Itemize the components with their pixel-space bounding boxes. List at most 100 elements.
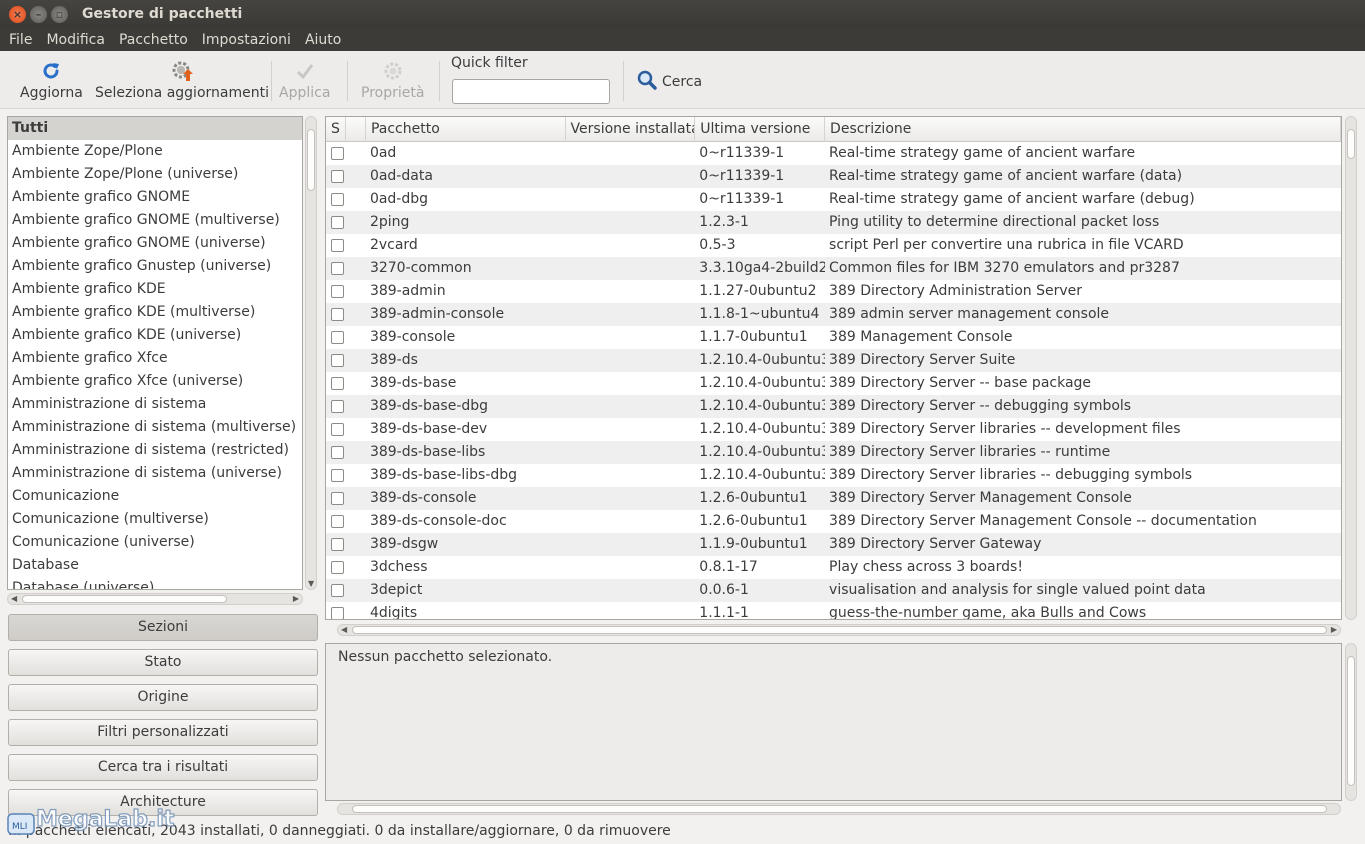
- scrollbar-thumb[interactable]: [22, 595, 227, 603]
- status-checkbox[interactable]: [331, 606, 344, 619]
- status-checkbox[interactable]: [331, 261, 344, 275]
- custom-filters-button[interactable]: Filtri personalizzati: [8, 719, 318, 746]
- apply-button[interactable]: Applica: [279, 57, 330, 101]
- status-cell[interactable]: [326, 165, 346, 188]
- status-cell[interactable]: [326, 188, 346, 211]
- table-hscrollbar[interactable]: ◀ ▶: [337, 624, 1341, 636]
- table-row[interactable]: 389-ds-base-libs 1.2.10.4-0ubuntu3 389 Dir…: [326, 441, 1341, 464]
- quick-filter-input[interactable]: [452, 79, 610, 104]
- mark-upgrades-button[interactable]: Seleziona aggiornamenti: [95, 57, 269, 101]
- table-row[interactable]: 389-ds-base 1.2.10.4-0ubuntu3 389 Director…: [326, 372, 1341, 395]
- status-checkbox[interactable]: [331, 583, 344, 597]
- section-item-tutti[interactable]: Tutti: [8, 117, 302, 140]
- table-row[interactable]: 3depict 0.0.6-1 visualisation and analysis…: [326, 579, 1341, 602]
- scroll-left-arrow-icon[interactable]: ◀: [341, 625, 347, 634]
- status-checkbox[interactable]: [331, 353, 344, 367]
- table-row[interactable]: 389-ds 1.2.10.4-0ubuntu3 389 Directory Ser…: [326, 349, 1341, 372]
- scrollbar-thumb[interactable]: [352, 805, 1327, 813]
- scroll-right-arrow-icon[interactable]: ▶: [293, 594, 299, 603]
- close-window-button[interactable]: ×: [9, 5, 26, 23]
- section-item[interactable]: Ambiente grafico Xfce: [8, 347, 302, 370]
- status-cell[interactable]: [326, 602, 346, 619]
- status-checkbox[interactable]: [331, 445, 344, 459]
- table-row[interactable]: 4digits 1.1.1-1 guess-the-number game, aka…: [326, 602, 1341, 619]
- section-item[interactable]: Comunicazione: [8, 485, 302, 508]
- scrollbar-thumb[interactable]: [1347, 129, 1355, 159]
- status-checkbox[interactable]: [331, 238, 344, 252]
- status-checkbox[interactable]: [331, 399, 344, 413]
- section-item[interactable]: Database (universe): [8, 577, 302, 589]
- status-filter-button[interactable]: Stato: [8, 649, 318, 676]
- column-header-installed[interactable]: Versione installata: [566, 117, 696, 142]
- section-item[interactable]: Ambiente Zope/Plone: [8, 140, 302, 163]
- status-checkbox[interactable]: [331, 192, 344, 206]
- scrollbar-thumb[interactable]: [307, 129, 315, 191]
- menu-aiuto[interactable]: Aiuto: [298, 32, 348, 48]
- maximize-window-button[interactable]: ▫: [51, 5, 68, 23]
- status-cell[interactable]: [326, 464, 346, 487]
- status-checkbox[interactable]: [331, 307, 344, 321]
- status-checkbox[interactable]: [331, 215, 344, 229]
- details-vscrollbar[interactable]: [1345, 643, 1357, 801]
- menu-pacchetto[interactable]: Pacchetto: [112, 32, 195, 48]
- scroll-left-arrow-icon[interactable]: ◀: [11, 594, 17, 603]
- table-row[interactable]: 389-console 1.1.7-0ubuntu1 389 Management …: [326, 326, 1341, 349]
- section-item[interactable]: Ambiente grafico GNOME (multiverse): [8, 209, 302, 232]
- status-checkbox[interactable]: [331, 560, 344, 574]
- sections-filter-button[interactable]: Sezioni: [8, 614, 318, 641]
- section-item[interactable]: Ambiente grafico KDE: [8, 278, 302, 301]
- status-checkbox[interactable]: [331, 422, 344, 436]
- table-row[interactable]: 389-ds-base-dev 1.2.10.4-0ubuntu3 389 Dire…: [326, 418, 1341, 441]
- properties-button[interactable]: Proprietà: [361, 57, 424, 101]
- column-header-status[interactable]: S: [326, 117, 346, 142]
- status-checkbox[interactable]: [331, 491, 344, 505]
- menu-impostazioni[interactable]: Impostazioni: [195, 32, 298, 48]
- status-checkbox[interactable]: [331, 537, 344, 551]
- column-header-icon[interactable]: [346, 117, 366, 142]
- status-cell[interactable]: [326, 211, 346, 234]
- section-item[interactable]: Ambiente grafico GNOME: [8, 186, 302, 209]
- status-cell[interactable]: [326, 280, 346, 303]
- section-item[interactable]: Ambiente grafico Gnustep (universe): [8, 255, 302, 278]
- section-item[interactable]: Ambiente grafico GNOME (universe): [8, 232, 302, 255]
- section-item[interactable]: Amministrazione di sistema (restricted): [8, 439, 302, 462]
- table-row[interactable]: 3dchess 0.8.1-17 Play chess across 3 board…: [326, 556, 1341, 579]
- status-cell[interactable]: [326, 234, 346, 257]
- status-cell[interactable]: [326, 418, 346, 441]
- status-checkbox[interactable]: [331, 146, 344, 160]
- table-row[interactable]: 389-ds-base-dbg 1.2.10.4-0ubuntu3 389 Dire…: [326, 395, 1341, 418]
- status-cell[interactable]: [326, 142, 346, 165]
- minimize-window-button[interactable]: –: [30, 5, 47, 23]
- table-row[interactable]: 389-admin-console 1.1.8-1~ubuntu4 389 admi…: [326, 303, 1341, 326]
- search-button[interactable]: Cerca: [636, 69, 702, 95]
- section-item[interactable]: Amministrazione di sistema (multiverse): [8, 416, 302, 439]
- scroll-down-arrow-icon[interactable]: ▼: [308, 579, 314, 588]
- column-header-latest[interactable]: Ultima versione: [695, 117, 826, 142]
- status-cell[interactable]: [326, 372, 346, 395]
- status-cell[interactable]: [326, 441, 346, 464]
- status-cell[interactable]: [326, 510, 346, 533]
- table-vscrollbar[interactable]: [1345, 116, 1357, 620]
- table-row[interactable]: 389-ds-console 1.2.6-0ubuntu1 389 Director…: [326, 487, 1341, 510]
- status-cell[interactable]: [326, 487, 346, 510]
- section-item[interactable]: Ambiente grafico KDE (multiverse): [8, 301, 302, 324]
- status-cell[interactable]: [326, 395, 346, 418]
- details-hscrollbar[interactable]: [337, 803, 1341, 815]
- status-cell[interactable]: [326, 303, 346, 326]
- reload-button[interactable]: Aggiorna: [20, 57, 83, 101]
- status-checkbox[interactable]: [331, 284, 344, 298]
- section-list-hscrollbar[interactable]: ◀ ▶: [7, 593, 303, 605]
- status-checkbox[interactable]: [331, 468, 344, 482]
- table-row[interactable]: 0ad 0~r11339-1 Real-time strategy game of …: [326, 142, 1341, 165]
- table-row[interactable]: 3270-common 3.3.10ga4-2build2 Common files…: [326, 257, 1341, 280]
- status-cell[interactable]: [326, 579, 346, 602]
- table-row[interactable]: 2vcard 0.5-3 script Perl per convertire un…: [326, 234, 1341, 257]
- section-item[interactable]: Ambiente Zope/Plone (universe): [8, 163, 302, 186]
- scrollbar-thumb[interactable]: [1347, 656, 1355, 786]
- origin-filter-button[interactable]: Origine: [8, 684, 318, 711]
- status-checkbox[interactable]: [331, 514, 344, 528]
- table-row[interactable]: 389-ds-base-libs-dbg 1.2.10.4-0ubuntu3 389…: [326, 464, 1341, 487]
- status-cell[interactable]: [326, 533, 346, 556]
- section-item[interactable]: Comunicazione (universe): [8, 531, 302, 554]
- section-item[interactable]: Ambiente grafico Xfce (universe): [8, 370, 302, 393]
